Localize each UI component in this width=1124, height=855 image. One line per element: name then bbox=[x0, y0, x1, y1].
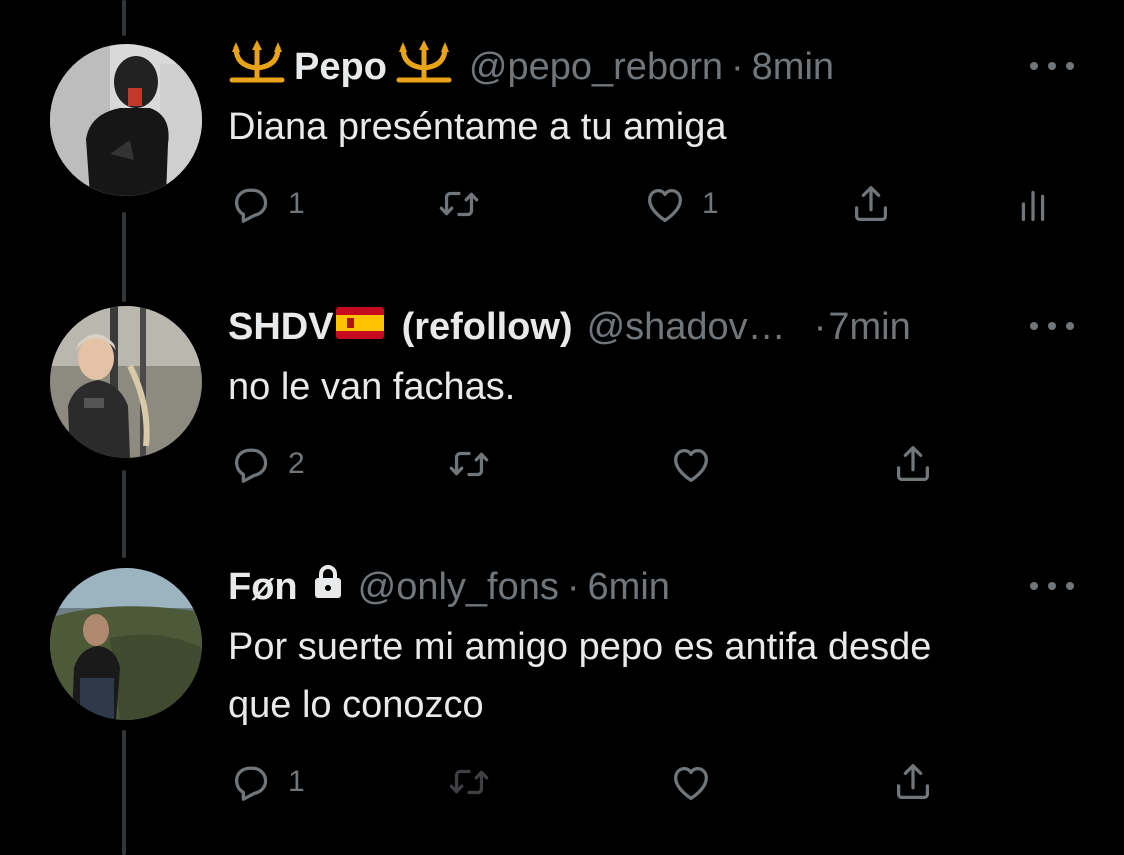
retweet-button[interactable] bbox=[446, 758, 492, 806]
more-options-icon[interactable] bbox=[1030, 56, 1074, 76]
display-name[interactable]: Føn bbox=[228, 566, 298, 609]
retweet-icon bbox=[449, 451, 489, 477]
timestamp[interactable]: 6min bbox=[588, 566, 670, 609]
share-button[interactable] bbox=[890, 440, 936, 488]
retweet-button[interactable] bbox=[446, 440, 492, 488]
username[interactable]: @only_fons bbox=[358, 566, 559, 609]
separator-dot: · bbox=[731, 45, 744, 88]
reply-icon bbox=[234, 188, 268, 223]
like-count: 1 bbox=[702, 187, 719, 220]
reply-count: 2 bbox=[288, 447, 305, 480]
timestamp[interactable]: 7min bbox=[828, 306, 910, 349]
action-bar: 2 bbox=[228, 440, 1088, 488]
tweet-header: SHDV (refollow) @shadov… · 7min bbox=[228, 302, 911, 352]
display-name-suffix[interactable]: (refollow) bbox=[402, 306, 573, 349]
avatar[interactable] bbox=[50, 44, 202, 196]
reply-button[interactable]: 2 bbox=[228, 440, 305, 488]
trident-emoji bbox=[228, 40, 286, 94]
reply-button[interactable]: 1 bbox=[228, 180, 305, 228]
reply-button[interactable]: 1 bbox=[228, 758, 305, 806]
reply-icon bbox=[234, 766, 268, 801]
tweet[interactable]: Pepo @pepo_reborn · 8min Diana preséntam… bbox=[0, 0, 1124, 270]
analytics-button[interactable] bbox=[1010, 180, 1056, 228]
heart-icon bbox=[674, 766, 708, 800]
share-icon bbox=[896, 446, 930, 481]
tweet[interactable]: SHDV (refollow) @shadov… · 7min no le va… bbox=[0, 270, 1124, 540]
like-button[interactable]: 1 bbox=[642, 180, 719, 228]
tweet-header: Pepo @pepo_reborn · 8min bbox=[228, 40, 834, 94]
avatar[interactable] bbox=[50, 568, 202, 720]
retweet-icon bbox=[439, 191, 479, 217]
tweet-text-line: Por suerte mi amigo pepo es antifa desde bbox=[228, 626, 932, 668]
reply-count: 1 bbox=[288, 187, 305, 220]
username[interactable]: @pepo_reborn bbox=[469, 46, 723, 89]
like-button[interactable] bbox=[668, 758, 714, 806]
more-options-icon[interactable] bbox=[1030, 316, 1074, 336]
share-icon bbox=[896, 764, 930, 799]
retweet-button[interactable] bbox=[436, 180, 482, 228]
tweet-text: no le van fachas. bbox=[228, 366, 516, 408]
separator-dot: · bbox=[566, 565, 580, 608]
share-icon bbox=[854, 186, 888, 221]
spain-flag-emoji bbox=[335, 306, 384, 349]
share-button[interactable] bbox=[890, 758, 936, 806]
lock-icon bbox=[312, 564, 344, 610]
share-button[interactable] bbox=[848, 180, 894, 228]
trident-emoji bbox=[395, 40, 453, 94]
reply-feed: Pepo @pepo_reborn · 8min Diana preséntam… bbox=[0, 0, 1124, 855]
action-bar: 1 1 bbox=[228, 180, 1088, 228]
tweet[interactable]: Føn @only_fons · 6min Por suerte mi amig… bbox=[0, 540, 1124, 855]
tweet-header: Føn @only_fons · 6min bbox=[228, 562, 670, 612]
avatar-image bbox=[50, 44, 202, 196]
display-name[interactable]: Pepo bbox=[294, 46, 387, 89]
separator-dot: · bbox=[813, 305, 827, 348]
tweet-text: Por suerte mi amigo pepo es antifa desde… bbox=[228, 618, 1088, 734]
timestamp[interactable]: 8min bbox=[752, 46, 834, 89]
retweet-icon bbox=[449, 769, 489, 795]
like-button[interactable] bbox=[668, 440, 714, 488]
more-options-icon[interactable] bbox=[1030, 576, 1074, 596]
reply-count: 1 bbox=[288, 765, 305, 798]
display-name[interactable]: SHDV bbox=[228, 306, 334, 349]
analytics-icon bbox=[1021, 190, 1045, 221]
avatar-image bbox=[50, 568, 202, 720]
tweet-text: Diana preséntame a tu amiga bbox=[228, 106, 727, 148]
heart-icon bbox=[674, 448, 708, 482]
tweet-text-line: que lo conozco bbox=[228, 684, 484, 726]
action-bar: 1 bbox=[228, 758, 1088, 806]
username[interactable]: @shadov… bbox=[587, 306, 786, 349]
heart-icon bbox=[648, 188, 682, 222]
avatar-image bbox=[50, 306, 202, 458]
avatar[interactable] bbox=[50, 306, 202, 458]
reply-icon bbox=[234, 448, 268, 483]
